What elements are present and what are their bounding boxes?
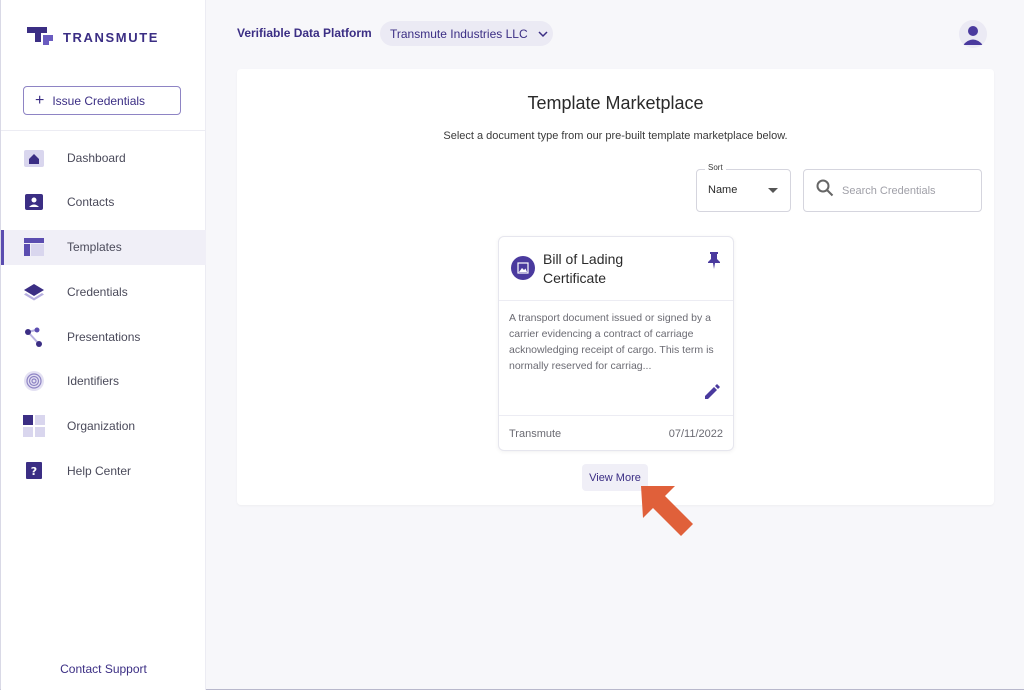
issue-credentials-label: Issue Credentials <box>52 93 146 108</box>
contact-card-icon <box>23 191 45 213</box>
sort-value: Name <box>708 184 738 196</box>
sidebar-item-label: Contacts <box>67 195 115 210</box>
template-icon <box>23 236 45 258</box>
sidebar-divider <box>1 130 206 131</box>
logo[interactable]: TRANSMUTE <box>25 24 159 51</box>
sidebar-item-label: Credentials <box>67 284 128 299</box>
page-title: Template Marketplace <box>527 93 704 113</box>
sort-select[interactable]: Sort Name <box>696 163 791 212</box>
sidebar-item-credentials[interactable]: Credentials <box>1 274 206 309</box>
sidebar-item-templates[interactable]: Templates <box>1 229 206 265</box>
pin-icon[interactable] <box>707 251 721 274</box>
sidebar-item-help-center[interactable]: ? Help Center <box>1 454 206 489</box>
caret-down-icon <box>768 188 778 193</box>
card-header: Bill of Lading Certificate <box>499 237 733 301</box>
svg-text:?: ? <box>31 465 37 478</box>
avatar[interactable] <box>959 20 987 48</box>
edit-icon[interactable] <box>703 383 721 406</box>
template-card[interactable]: Bill of Lading Certificate A transport d… <box>498 236 734 451</box>
image-icon <box>511 256 535 280</box>
sidebar: TRANSMUTE + Issue Credentials Dashboard … <box>1 0 206 690</box>
grid-icon <box>23 415 45 438</box>
sidebar-item-label: Identifiers <box>67 374 120 389</box>
card-title: Bill of Lading Certificate <box>543 251 624 286</box>
sidebar-item-label: Organization <box>67 419 136 434</box>
sidebar-item-label: Dashboard <box>67 150 126 165</box>
fingerprint-icon <box>23 370 45 392</box>
chevron-down-icon <box>538 27 548 41</box>
platform-title: Verifiable Data Platform <box>237 26 372 40</box>
sidebar-item-contacts[interactable]: Contacts <box>1 185 206 220</box>
card-date: 07/11/2022 <box>668 428 723 440</box>
page-subtitle: Select a document type from our pre-buil… <box>443 130 788 142</box>
sidebar-item-label: Templates <box>67 240 122 255</box>
pointer-arrow-icon <box>637 484 695 545</box>
layers-icon <box>23 281 45 303</box>
organization-select[interactable]: Transmute Industries LLC <box>380 21 553 46</box>
help-icon: ? <box>23 460 45 482</box>
card-description: A transport document issued or signed by… <box>509 312 714 372</box>
sidebar-nav: Dashboard Contacts Templates Credentials… <box>1 140 206 498</box>
card-footer: Transmute 07/11/2022 <box>499 415 733 452</box>
sort-label: Sort <box>705 163 726 172</box>
contact-support-link[interactable]: Contact Support <box>1 662 206 676</box>
sidebar-item-label: Presentations <box>67 329 141 344</box>
template-marketplace-panel: Template Marketplace Select a document t… <box>237 69 994 505</box>
organization-name: Transmute Industries LLC <box>390 26 528 41</box>
nodes-icon <box>23 326 45 348</box>
transmute-logo-icon <box>25 24 55 51</box>
logo-text: TRANSMUTE <box>63 30 160 45</box>
home-icon <box>23 147 45 169</box>
sidebar-item-organization[interactable]: Organization <box>1 409 206 444</box>
sidebar-item-presentations[interactable]: Presentations <box>1 319 206 354</box>
sidebar-item-dashboard[interactable]: Dashboard <box>1 140 206 175</box>
plus-icon: + <box>35 91 45 109</box>
search-icon <box>816 179 834 202</box>
sidebar-item-label: Help Center <box>67 464 132 479</box>
card-author: Transmute <box>509 428 562 440</box>
search-input[interactable] <box>842 184 972 197</box>
search-field[interactable] <box>803 169 982 212</box>
user-icon <box>959 20 987 48</box>
issue-credentials-button[interactable]: + Issue Credentials <box>23 86 181 115</box>
sidebar-item-identifiers[interactable]: Identifiers <box>1 364 206 399</box>
